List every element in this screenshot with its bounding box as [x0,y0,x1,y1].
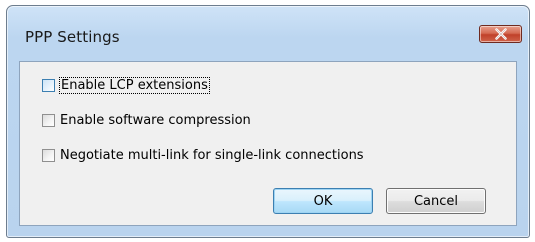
negotiate-multi-link-checkbox[interactable] [42,148,55,162]
enable-software-compression-checkbox[interactable] [42,113,55,127]
negotiate-multi-link-label[interactable]: Negotiate multi-link for single-link con… [60,148,364,163]
ppp-settings-dialog: PPP Settings Enable LCP extensions Enabl… [6,5,530,238]
cancel-button[interactable]: Cancel [386,188,486,214]
enable-lcp-extensions-label[interactable]: Enable LCP extensions [59,76,210,94]
enable-lcp-extensions-checkbox[interactable] [42,78,55,92]
window-title: PPP Settings [25,28,120,46]
close-icon [494,25,508,44]
dialog-body: Enable LCP extensions Enable software co… [19,61,517,226]
option-negotiate-multi-link[interactable]: Negotiate multi-link for single-link con… [42,146,364,164]
enable-software-compression-label[interactable]: Enable software compression [60,113,251,128]
ok-button[interactable]: OK [273,188,373,214]
option-enable-software-compression[interactable]: Enable software compression [42,111,251,129]
close-button[interactable] [479,25,522,43]
option-enable-lcp-extensions[interactable]: Enable LCP extensions [42,76,210,94]
